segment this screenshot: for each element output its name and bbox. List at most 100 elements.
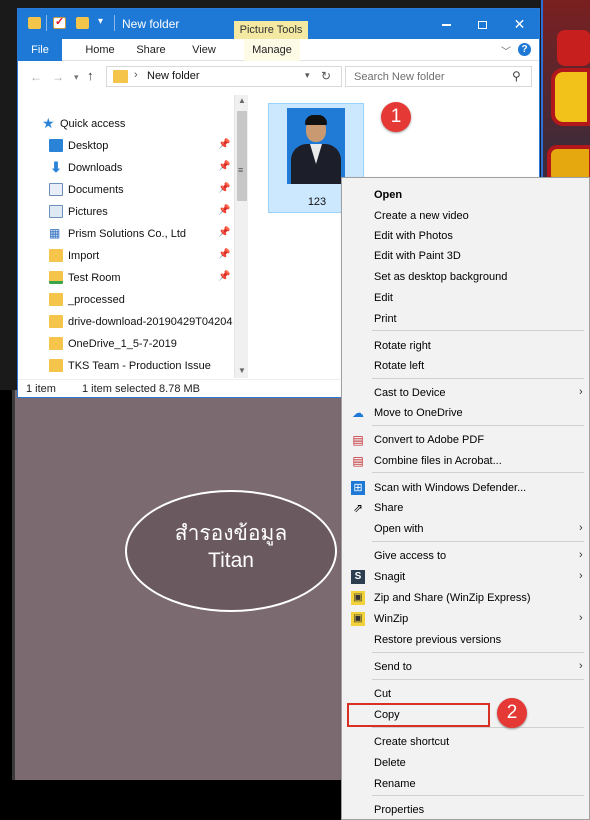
help-icon[interactable]: ? bbox=[518, 43, 531, 56]
menu-item-restore[interactable]: Restore previous versions bbox=[342, 630, 590, 651]
address-bar[interactable]: › New folder ▾ ↻ bbox=[106, 66, 342, 87]
tab-share[interactable]: Share bbox=[126, 39, 176, 61]
building-icon: ▦ bbox=[49, 227, 63, 240]
folder-icon bbox=[113, 70, 128, 83]
menu-item-open-with[interactable]: Open with › bbox=[342, 519, 590, 540]
properties-icon[interactable] bbox=[53, 15, 66, 29]
nav-item-label: Desktop bbox=[68, 140, 109, 152]
item-count: 1 item bbox=[26, 383, 56, 395]
menu-separator bbox=[372, 679, 584, 680]
new-folder-icon[interactable] bbox=[76, 17, 89, 29]
recent-locations-icon[interactable]: ▾ bbox=[74, 72, 79, 83]
menu-item-scan-defender[interactable]: ⊞ Scan with Windows Defender... bbox=[342, 478, 590, 499]
menu-item-label: Delete bbox=[374, 757, 406, 769]
menu-item-rotate-left[interactable]: Rotate left bbox=[342, 356, 590, 377]
window-title: New folder bbox=[122, 17, 180, 31]
nav-item-documents[interactable]: Documents 📌 bbox=[18, 179, 234, 201]
menu-item-label: Open with bbox=[374, 523, 424, 535]
tab-home[interactable]: Home bbox=[78, 39, 122, 61]
address-path[interactable]: New folder bbox=[147, 70, 200, 82]
tab-file[interactable]: File bbox=[18, 39, 62, 61]
onedrive-icon: ☁ bbox=[352, 406, 364, 420]
menu-item-label: Set as desktop background bbox=[374, 271, 508, 283]
divider bbox=[46, 15, 47, 31]
divider bbox=[114, 15, 115, 31]
menu-item-properties[interactable]: Properties bbox=[342, 800, 590, 820]
menu-separator bbox=[372, 378, 584, 379]
chevron-right-icon: › bbox=[579, 522, 583, 534]
tab-manage[interactable]: Manage bbox=[244, 39, 300, 61]
nav-item-processed[interactable]: _processed bbox=[18, 289, 234, 311]
chevron-down-icon[interactable]: ▾ bbox=[305, 70, 310, 81]
menu-item-label: Zip and Share (WinZip Express) bbox=[374, 592, 531, 604]
menu-item-label: Rotate right bbox=[374, 340, 431, 352]
up-arrow-icon[interactable]: ↑ bbox=[87, 68, 94, 83]
menu-separator bbox=[372, 425, 584, 426]
menu-item-give-access[interactable]: Give access to › bbox=[342, 546, 590, 567]
menu-item-edit[interactable]: Edit bbox=[342, 288, 590, 309]
menu-item-combine-acrobat[interactable]: ▤ Combine files in Acrobat... bbox=[342, 451, 590, 472]
menu-separator bbox=[372, 652, 584, 653]
menu-item-snagit[interactable]: S Snagit › bbox=[342, 567, 590, 588]
menu-item-label: Move to OneDrive bbox=[374, 407, 463, 419]
menu-item-cut[interactable]: Cut bbox=[342, 684, 590, 705]
menu-item-rename[interactable]: Rename bbox=[342, 774, 590, 795]
menu-item-convert-pdf[interactable]: ▤ Convert to Adobe PDF bbox=[342, 430, 590, 451]
nav-item-prism[interactable]: ▦ Prism Solutions Co., Ltd 📌 bbox=[18, 223, 234, 245]
menu-item-label: Share bbox=[374, 502, 404, 514]
forward-arrow-icon[interactable]: → bbox=[52, 70, 64, 84]
nav-item-test-room[interactable]: Test Room 📌 bbox=[18, 267, 234, 289]
search-icon[interactable]: ⚲ bbox=[512, 69, 521, 83]
nav-item-desktop[interactable]: Desktop 📌 bbox=[18, 135, 234, 157]
menu-item-label: WinZip bbox=[374, 613, 409, 625]
nav-item-import[interactable]: Import 📌 bbox=[18, 245, 234, 267]
scroll-up-icon[interactable]: ▲ bbox=[238, 96, 246, 105]
menu-item-zip-share[interactable]: ▣ Zip and Share (WinZip Express) bbox=[342, 588, 590, 609]
chevron-right-icon[interactable]: › bbox=[134, 69, 138, 81]
menu-item-winzip[interactable]: ▣ WinZip › bbox=[342, 609, 590, 630]
pin-icon: 📌 bbox=[218, 183, 231, 194]
menu-item-open[interactable]: Open bbox=[342, 185, 590, 206]
folder-icon bbox=[49, 249, 63, 262]
menu-item-onedrive[interactable]: ☁ Move to OneDrive bbox=[342, 403, 590, 424]
refresh-icon[interactable]: ↻ bbox=[321, 69, 331, 83]
nav-item-drive-download[interactable]: drive-download-20190429T04204 bbox=[18, 311, 234, 333]
maximize-button[interactable] bbox=[464, 9, 500, 39]
menu-item-delete[interactable]: Delete bbox=[342, 753, 590, 774]
nav-item-downloads[interactable]: ⬇ Downloads 📌 bbox=[18, 157, 234, 179]
nav-item-label: Prism Solutions Co., Ltd bbox=[68, 228, 186, 240]
nav-item-onedrive[interactable]: OneDrive_1_5-7-2019 bbox=[18, 333, 234, 355]
menu-item-print[interactable]: Print bbox=[342, 309, 590, 330]
menu-item-rotate-right[interactable]: Rotate right bbox=[342, 336, 590, 357]
nav-pane-scrollbar[interactable]: ▲ ≡ ▼ bbox=[234, 95, 248, 378]
chevron-right-icon: › bbox=[579, 549, 583, 561]
tab-view[interactable]: View bbox=[182, 39, 226, 61]
nav-item-pictures[interactable]: Pictures 📌 bbox=[18, 201, 234, 223]
menu-item-set-background[interactable]: Set as desktop background bbox=[342, 267, 590, 288]
menu-item-label: Edit bbox=[374, 292, 393, 304]
minimize-button[interactable] bbox=[428, 9, 464, 39]
menu-item-create-video[interactable]: Create a new video bbox=[342, 206, 590, 227]
menu-item-edit-photos[interactable]: Edit with Photos bbox=[342, 226, 590, 247]
menu-item-create-shortcut[interactable]: Create shortcut bbox=[342, 732, 590, 753]
snagit-icon: S bbox=[351, 570, 365, 584]
menu-item-share[interactable]: ⇗ Share bbox=[342, 498, 590, 519]
maximize-icon bbox=[477, 21, 487, 30]
menu-item-cast[interactable]: Cast to Device › bbox=[342, 383, 590, 404]
back-arrow-icon[interactable]: ← bbox=[30, 70, 42, 84]
menu-item-send-to[interactable]: Send to › bbox=[342, 657, 590, 678]
winzip-icon: ▣ bbox=[351, 612, 365, 626]
photo-hair bbox=[305, 115, 327, 125]
close-button[interactable]: ✕ bbox=[500, 9, 539, 39]
search-input[interactable]: Search New folder bbox=[354, 71, 445, 83]
menu-item-label: Edit with Paint 3D bbox=[374, 250, 461, 262]
scrollbar-thumb[interactable] bbox=[237, 111, 247, 201]
scroll-down-icon[interactable]: ▼ bbox=[238, 366, 246, 375]
quick-access[interactable]: ★ Quick access bbox=[18, 113, 234, 135]
search-box[interactable]: Search New folder ⚲ bbox=[345, 66, 532, 87]
customize-toolbar-icon[interactable]: ▾ bbox=[98, 16, 103, 27]
nav-item-tks-team[interactable]: TKS Team - Production Issue bbox=[18, 355, 234, 377]
menu-item-edit-paint3d[interactable]: Edit with Paint 3D bbox=[342, 246, 590, 267]
pin-icon: 📌 bbox=[218, 139, 231, 150]
chevron-down-icon[interactable]: ﹀ bbox=[501, 43, 511, 58]
